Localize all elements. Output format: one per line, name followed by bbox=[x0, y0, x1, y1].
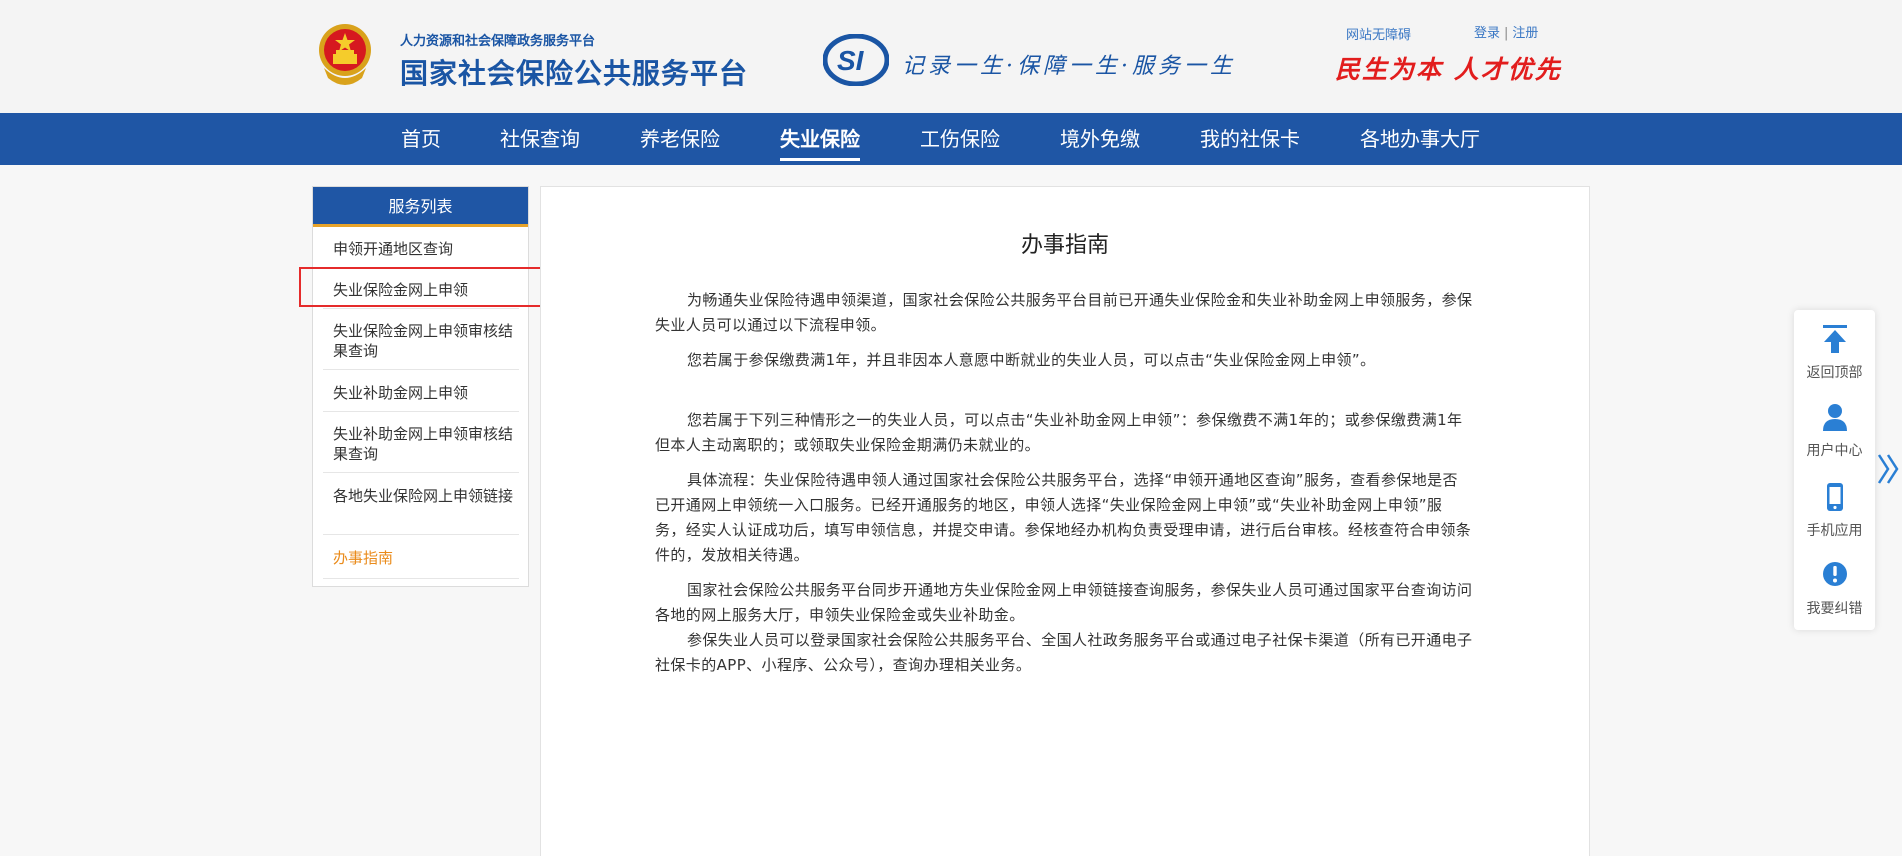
si-logo-icon: SI bbox=[823, 34, 889, 86]
guide-paragraph: 国家社会保险公共服务平台同步开通地方失业保险金网上申领链接查询服务，参保失业人员… bbox=[655, 581, 1473, 624]
sidebar-item-service-guide[interactable]: 办事指南 bbox=[333, 548, 513, 568]
sidebar-divider bbox=[323, 308, 519, 309]
user-center-button[interactable]: 用户中心 bbox=[1794, 402, 1875, 460]
arrow-up-icon bbox=[1822, 325, 1847, 353]
user-icon bbox=[1822, 404, 1847, 431]
nav-local-service-halls[interactable]: 各地办事大厅 bbox=[1360, 113, 1480, 165]
double-chevron-right-icon[interactable] bbox=[1876, 452, 1902, 486]
link-separator: | bbox=[1504, 26, 1509, 41]
sidebar-item-benefit-review-query[interactable]: 失业保险金网上申领审核结果查询 bbox=[333, 321, 513, 361]
report-error-label: 我要纠错 bbox=[1806, 601, 1863, 617]
nav-social-security-query[interactable]: 社保查询 bbox=[500, 113, 580, 165]
register-link[interactable]: 注册 bbox=[1512, 26, 1538, 41]
guide-paragraph: 为畅通失业保险待遇申领渠道，国家社会保险公共服务平台目前已开通失业保险金和失业补… bbox=[655, 291, 1473, 334]
sidebar-divider bbox=[323, 411, 519, 412]
exclamation-icon bbox=[1822, 562, 1847, 586]
nav-my-social-card[interactable]: 我的社保卡 bbox=[1200, 113, 1300, 165]
svg-text:SI: SI bbox=[837, 45, 865, 76]
site-slogan: 记录一生·保障一生·服务一生 bbox=[902, 54, 1236, 79]
sidebar-item-subsidy-apply[interactable]: 失业补助金网上申领 bbox=[333, 383, 513, 403]
site-title: 国家社会保险公共服务平台 bbox=[400, 57, 749, 90]
sidebar-item-subsidy-review-query[interactable]: 失业补助金网上申领审核结果查询 bbox=[333, 424, 513, 464]
service-sidebar: 服务列表 申领开通地区查询 失业保险金网上申领 失业保险金网上申领审核结果查询 … bbox=[312, 186, 529, 587]
page-title: 办事指南 bbox=[1020, 233, 1109, 258]
guide-paragraph: 参保失业人员可以登录国家社会保险公共服务平台、全国人社政务服务平台或通过电子社保… bbox=[655, 631, 1473, 674]
guide-paragraph: 具体流程：失业保险待遇申领人通过国家社会保险公共服务平台，选择“申领开通地区查询… bbox=[655, 471, 1472, 564]
floating-toolbar: 返回顶部 用户中心 手机应用 我要纠错 bbox=[1794, 310, 1875, 630]
nav-overseas-exemption[interactable]: 境外免缴 bbox=[1060, 113, 1140, 165]
guide-content: 办事指南 为畅通失业保险待遇申领渠道，国家社会保险公共服务平台目前已开通失业保险… bbox=[540, 186, 1590, 856]
guide-paragraph: 您若属于下列三种情形之一的失业人员，可以点击“失业补助金网上申领”：参保缴费不满… bbox=[655, 411, 1463, 454]
sidebar-divider bbox=[323, 472, 519, 473]
report-error-button[interactable]: 我要纠错 bbox=[1794, 560, 1875, 618]
back-to-top-label: 返回顶部 bbox=[1806, 365, 1863, 381]
motto: 民生为本 人才优先 bbox=[1335, 55, 1562, 84]
sidebar-divider bbox=[323, 534, 519, 535]
selection-highlight-box bbox=[299, 267, 542, 307]
sidebar-item-local-links[interactable]: 各地失业保险网上申领链接 bbox=[333, 486, 513, 506]
mobile-app-button[interactable]: 手机应用 bbox=[1794, 482, 1875, 540]
sidebar-title: 服务列表 bbox=[313, 187, 528, 227]
sidebar-divider bbox=[323, 369, 519, 370]
guide-paragraph: 您若属于参保缴费满1年，并且非因本人意愿中断就业的失业人员，可以点击“失业保险金… bbox=[687, 351, 1376, 369]
nav-work-injury-insurance[interactable]: 工伤保险 bbox=[920, 113, 1000, 165]
sidebar-divider bbox=[323, 578, 519, 579]
back-to-top-button[interactable]: 返回顶部 bbox=[1794, 324, 1875, 382]
national-emblem-icon bbox=[319, 24, 371, 85]
nav-pension-insurance[interactable]: 养老保险 bbox=[640, 113, 720, 165]
mobile-app-label: 手机应用 bbox=[1806, 523, 1863, 539]
main-nav: 首页 社保查询 养老保险 失业保险 工伤保险 境外免缴 我的社保卡 各地办事大厅 bbox=[0, 113, 1902, 165]
phone-icon bbox=[1826, 483, 1843, 511]
nav-home[interactable]: 首页 bbox=[401, 113, 441, 165]
nav-unemployment-insurance[interactable]: 失业保险 bbox=[780, 113, 860, 165]
sidebar-item-region-query[interactable]: 申领开通地区查询 bbox=[333, 239, 513, 259]
user-center-label: 用户中心 bbox=[1806, 443, 1863, 459]
site-subtitle: 人力资源和社会保障政务服务平台 bbox=[400, 34, 596, 49]
login-link[interactable]: 登录 bbox=[1474, 26, 1500, 41]
site-header: 人力资源和社会保障政务服务平台 国家社会保险公共服务平台 SI 记录一生·保障一… bbox=[0, 0, 1902, 113]
accessibility-link[interactable]: 网站无障碍 bbox=[1346, 24, 1411, 43]
